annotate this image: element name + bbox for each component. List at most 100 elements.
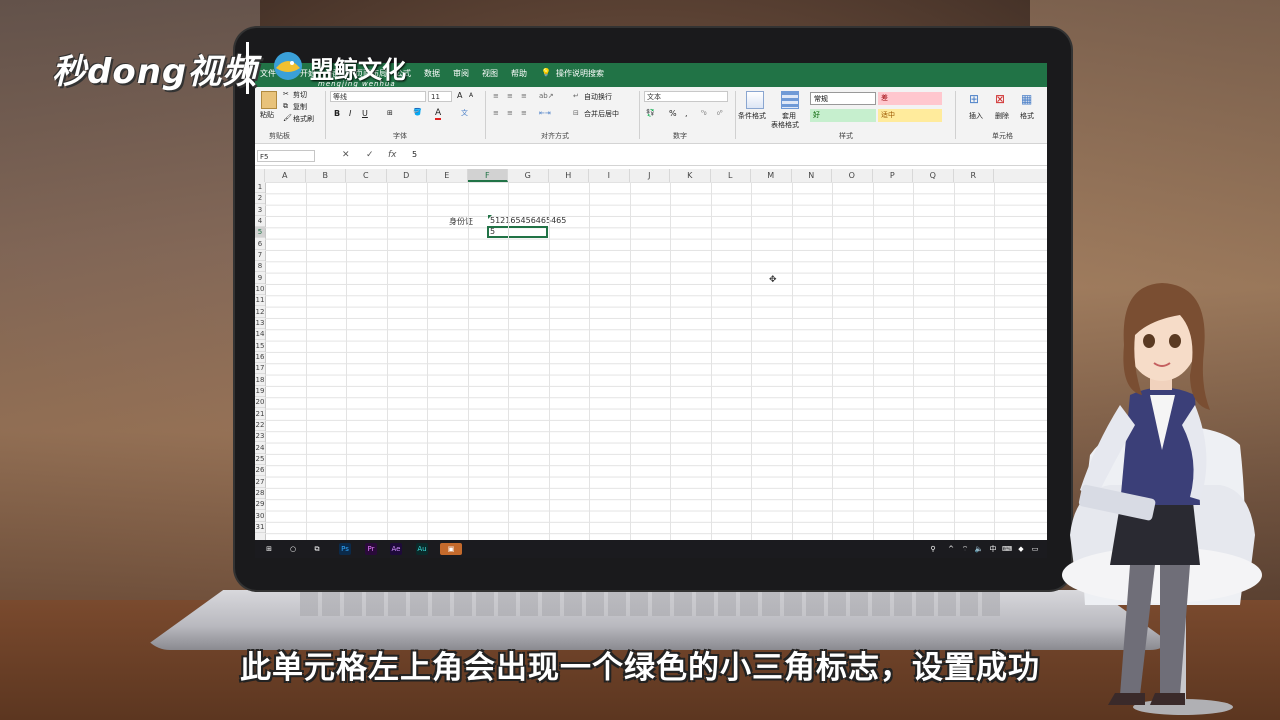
cancel-icon[interactable]: ✕ — [342, 150, 350, 160]
name-box[interactable]: F5 — [257, 150, 315, 162]
audition-icon[interactable]: Au — [416, 543, 428, 555]
row-header-27[interactable]: 27 — [255, 477, 265, 488]
column-header-f[interactable]: F — [467, 169, 508, 182]
row-header-19[interactable]: 19 — [255, 386, 265, 397]
paste-button[interactable]: 粘贴 — [260, 110, 274, 120]
font-name-select[interactable]: 等线 — [330, 91, 426, 102]
grow-font-button[interactable]: A — [457, 91, 462, 100]
column-header-l[interactable]: L — [711, 169, 751, 182]
delete-cells-icon[interactable]: ⊠ — [995, 92, 1005, 106]
conditional-format-button[interactable]: 条件格式 — [738, 111, 766, 121]
cell-f5[interactable]: 5 — [490, 227, 495, 236]
column-header-e[interactable]: E — [427, 169, 468, 182]
align-bottom-icon[interactable]: ≡ — [521, 92, 527, 100]
tab-data[interactable]: 数据 — [424, 68, 440, 79]
row-header-24[interactable]: 24 — [255, 443, 265, 454]
row-header-14[interactable]: 14 — [255, 329, 265, 341]
cut-button[interactable]: 剪切 — [293, 90, 307, 100]
row-header-1[interactable]: 1 — [255, 182, 265, 193]
copy-icon[interactable]: ⧉ — [283, 102, 288, 111]
column-header-n[interactable]: N — [792, 169, 832, 182]
column-header-o[interactable]: O — [832, 169, 873, 182]
style-good[interactable]: 好 — [810, 109, 876, 122]
after-effects-icon[interactable]: Ae — [390, 543, 402, 555]
insert-cells-icon[interactable]: ⊞ — [969, 92, 979, 106]
fill-color-icon[interactable]: 🪣 — [413, 108, 422, 116]
row-header-18[interactable]: 18 — [255, 375, 265, 386]
column-header-c[interactable]: C — [346, 169, 387, 182]
merge-icon[interactable]: ⊟ — [573, 109, 579, 117]
wrap-text-button[interactable]: 自动换行 — [584, 92, 612, 102]
format-painter-icon[interactable]: 🖌 — [283, 114, 292, 122]
network-icon[interactable]: ⌔ — [959, 543, 971, 555]
row-header-2[interactable]: 2 — [255, 193, 265, 205]
tray-up-icon[interactable]: ^ — [945, 543, 957, 555]
excel-app-icon[interactable]: ▣ — [440, 543, 462, 555]
increase-decimal-icon[interactable]: ⁰₀ — [701, 109, 707, 117]
column-header-j[interactable]: J — [630, 169, 670, 182]
table-format-icon[interactable] — [781, 91, 799, 109]
column-header-p[interactable]: P — [873, 169, 913, 182]
row-header-23[interactable]: 23 — [255, 431, 265, 443]
row-header-16[interactable]: 16 — [255, 352, 265, 363]
column-header-a[interactable]: A — [265, 169, 306, 182]
column-header-d[interactable]: D — [387, 169, 427, 182]
row-header-21[interactable]: 21 — [255, 409, 265, 420]
task-view-icon[interactable]: ⧉ — [311, 543, 323, 555]
row-header-25[interactable]: 25 — [255, 454, 265, 465]
phonetic-icon[interactable]: 文 — [461, 108, 468, 118]
wrap-text-icon[interactable]: ↵ — [573, 92, 579, 100]
row-header-10[interactable]: 10 — [255, 284, 265, 295]
indent-icon[interactable]: ⇤⇥ — [539, 109, 551, 117]
border-icon[interactable]: ⊞ — [387, 109, 393, 117]
align-middle-icon[interactable]: ≡ — [507, 92, 513, 100]
underline-button[interactable]: U — [362, 109, 368, 118]
row-header-31[interactable]: 31 — [255, 522, 265, 533]
tab-review[interactable]: 审阅 — [453, 68, 469, 79]
delete-cells-button[interactable]: 删除 — [995, 111, 1009, 121]
style-normal[interactable]: 常规 — [810, 92, 876, 105]
row-header-22[interactable]: 22 — [255, 420, 265, 431]
column-header-q[interactable]: Q — [913, 169, 954, 182]
column-header-k[interactable]: K — [670, 169, 711, 182]
photoshop-icon[interactable]: Ps — [339, 543, 351, 555]
style-bad[interactable]: 差 — [878, 92, 942, 105]
format-cells-icon[interactable]: ▦ — [1021, 92, 1032, 106]
paste-icon[interactable] — [261, 91, 277, 109]
italic-button[interactable]: I — [349, 109, 351, 118]
row-header-29[interactable]: 29 — [255, 499, 265, 511]
enter-icon[interactable]: ✓ — [366, 150, 374, 160]
align-center-icon[interactable]: ≡ — [507, 109, 513, 117]
app-tray-icon[interactable]: ◆ — [1015, 543, 1027, 555]
bold-button[interactable]: B — [334, 109, 340, 118]
column-header-i[interactable]: I — [589, 169, 630, 182]
font-color-button[interactable]: A — [435, 108, 442, 120]
tab-view[interactable]: 视图 — [482, 68, 498, 79]
currency-icon[interactable]: 💱 — [646, 109, 655, 117]
percent-button[interactable]: % — [669, 109, 677, 118]
decrease-decimal-icon[interactable]: ₀⁰ — [717, 109, 723, 117]
row-header-12[interactable]: 12 — [255, 307, 265, 318]
windows-start-icon[interactable]: ⊞ — [263, 543, 275, 555]
format-painter-button[interactable]: 格式刷 — [293, 114, 314, 124]
cell-f4[interactable]: 512165456465465 — [490, 216, 566, 225]
format-cells-button[interactable]: 格式 — [1020, 111, 1034, 121]
keyboard-icon[interactable]: ⌨ — [1001, 543, 1013, 555]
worksheet-grid[interactable] — [265, 182, 1047, 540]
active-cell-f5[interactable] — [487, 226, 548, 238]
copy-button[interactable]: 复制 — [293, 102, 307, 112]
align-right-icon[interactable]: ≡ — [521, 109, 527, 117]
row-header-30[interactable]: 30 — [255, 511, 265, 522]
row-header-28[interactable]: 28 — [255, 488, 265, 499]
premiere-icon[interactable]: Pr — [365, 543, 377, 555]
merge-center-button[interactable]: 合并后居中 — [584, 109, 619, 119]
cortana-icon[interactable]: ○ — [287, 543, 299, 555]
row-header-8[interactable]: 8 — [255, 261, 265, 273]
row-header-3[interactable]: 3 — [255, 205, 265, 216]
column-header-g[interactable]: G — [508, 169, 549, 182]
notifications-icon[interactable]: ▭ — [1029, 543, 1041, 555]
tab-help[interactable]: 帮助 — [511, 68, 527, 79]
row-header-20[interactable]: 20 — [255, 397, 265, 409]
conditional-format-icon[interactable] — [746, 91, 764, 109]
row-header-6[interactable]: 6 — [255, 239, 265, 250]
